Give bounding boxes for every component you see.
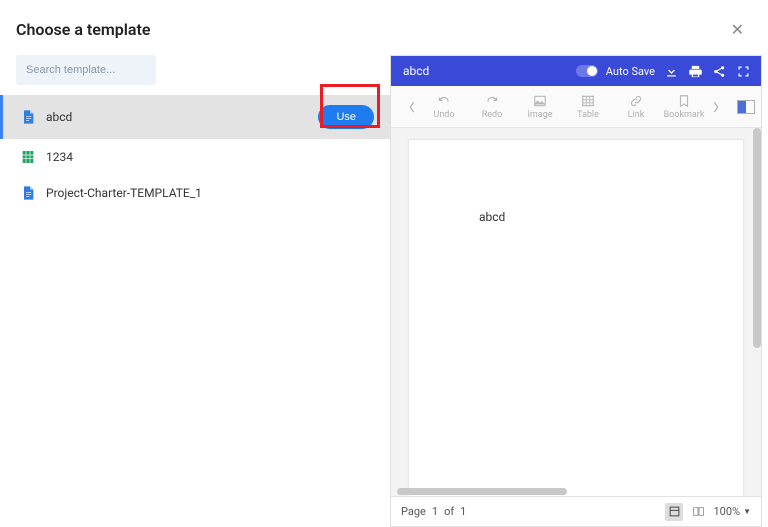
template-name: Project-Charter-TEMPLATE_1 (46, 186, 374, 200)
horizontal-scrollbar[interactable] (391, 486, 761, 496)
page-current: 1 (432, 505, 438, 518)
print-icon[interactable] (687, 63, 703, 79)
doc-content: abcd (479, 210, 505, 224)
autosave-toggle[interactable] (576, 65, 598, 77)
fullscreen-icon[interactable] (735, 63, 751, 79)
page-of: of (444, 505, 454, 518)
autosave-label: Auto Save (606, 65, 655, 78)
preview-panel: abcd Auto Save 〈 Undo Redo Image Table L… (390, 55, 762, 527)
template-list: abcd Use 1234 Project-Charter-TEMPLATE_1 (0, 95, 390, 211)
undo-button[interactable]: Undo (423, 94, 465, 120)
redo-button[interactable]: Redo (471, 94, 513, 120)
share-icon[interactable] (711, 63, 727, 79)
link-button[interactable]: Link (615, 94, 657, 120)
status-bar: Page 1 of 1 100%▼ (391, 496, 761, 526)
doc-icon (20, 109, 36, 125)
template-panel: abcd Use 1234 Project-Charter-TEMPLATE_1 (0, 55, 390, 527)
template-item-1234[interactable]: 1234 (0, 139, 390, 175)
template-name: abcd (46, 110, 308, 124)
search-input[interactable] (16, 55, 156, 85)
toolbar-next-icon[interactable]: 〉 (707, 99, 731, 115)
download-icon[interactable] (663, 63, 679, 79)
zoom-control[interactable]: 100%▼ (713, 505, 751, 518)
table-button[interactable]: Table (567, 94, 609, 120)
doc-icon (20, 185, 36, 201)
document-page[interactable]: abcd (409, 140, 743, 496)
fit-width-icon[interactable] (689, 503, 707, 521)
use-button[interactable]: Use (318, 105, 374, 129)
dialog-title: Choose a template (16, 20, 151, 39)
close-icon[interactable]: ✕ (727, 16, 748, 43)
document-canvas: abcd (391, 128, 761, 496)
page-label: Page (401, 505, 426, 518)
sheet-icon (20, 149, 36, 165)
fit-page-icon[interactable] (665, 503, 683, 521)
view-mode-toggle[interactable] (737, 100, 755, 114)
template-item-project-charter[interactable]: Project-Charter-TEMPLATE_1 (0, 175, 390, 211)
doc-title: abcd (401, 64, 568, 78)
vertical-scrollbar[interactable] (753, 128, 761, 348)
editor-toolbar: 〈 Undo Redo Image Table Link Bookmark 〉 (391, 86, 761, 128)
bookmark-button[interactable]: Bookmark (663, 94, 705, 120)
toolbar-prev-icon[interactable]: 〈 (397, 99, 421, 115)
page-total: 1 (460, 505, 466, 518)
image-button[interactable]: Image (519, 94, 561, 120)
template-name: 1234 (46, 150, 374, 164)
template-item-abcd[interactable]: abcd Use (0, 95, 390, 139)
preview-topbar: abcd Auto Save (391, 56, 761, 86)
